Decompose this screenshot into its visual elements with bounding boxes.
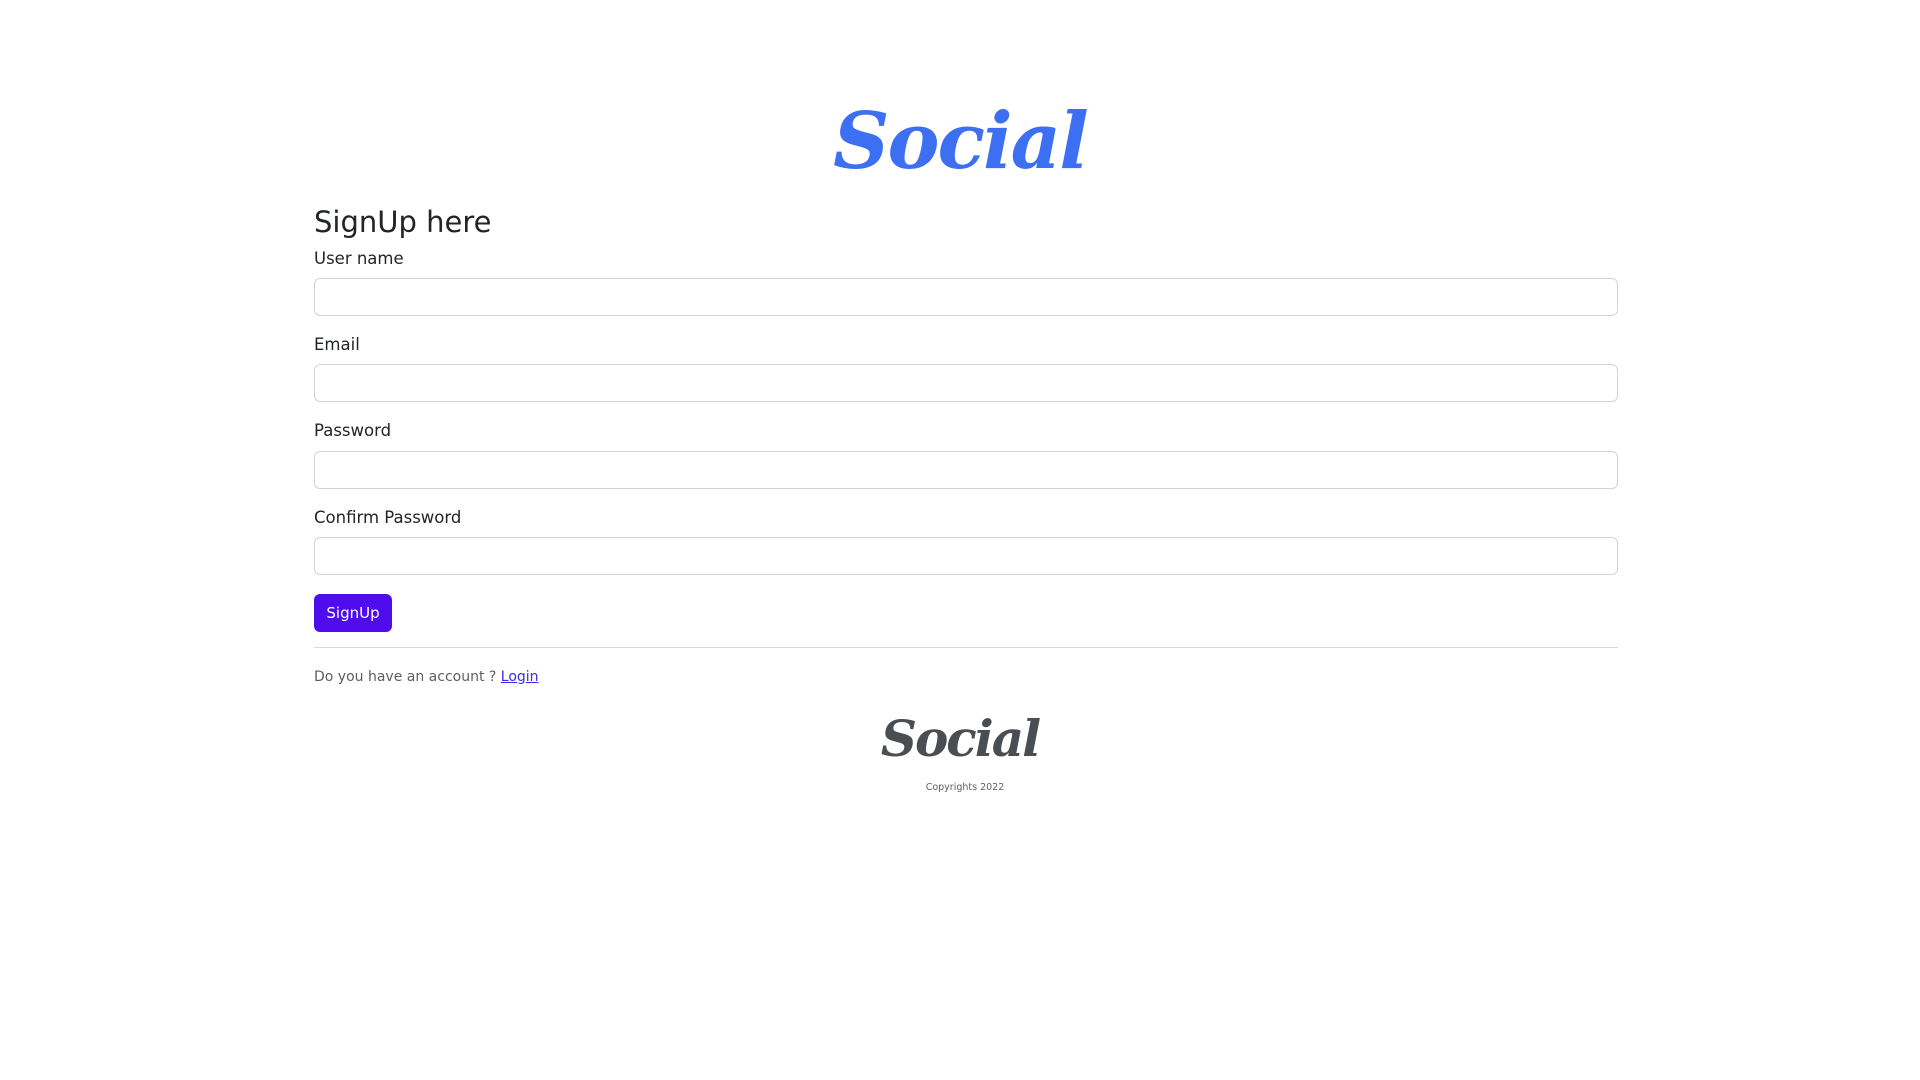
form-divider bbox=[314, 647, 1618, 648]
copyright-text: Copyrights 2022 bbox=[925, 782, 1005, 793]
signup-page: Social SignUp here User name Email Passw… bbox=[0, 0, 1920, 1080]
signup-button[interactable]: SignUp bbox=[314, 594, 392, 632]
email-input[interactable] bbox=[314, 364, 1618, 402]
account-prompt-line: Do you have an account ? Login bbox=[314, 666, 539, 688]
login-link[interactable]: Login bbox=[501, 669, 539, 685]
username-input[interactable] bbox=[314, 278, 1618, 316]
password-input[interactable] bbox=[314, 451, 1618, 489]
email-label: Email bbox=[314, 335, 360, 354]
confirm-password-label: Confirm Password bbox=[314, 508, 462, 527]
header-logo: Social bbox=[833, 96, 1089, 187]
password-label: Password bbox=[314, 421, 392, 440]
confirm-password-input[interactable] bbox=[314, 537, 1618, 575]
footer-logo: Social bbox=[880, 709, 1041, 768]
form-title: SignUp here bbox=[314, 205, 492, 239]
username-label: User name bbox=[314, 249, 404, 268]
account-prompt-text: Do you have an account ? bbox=[314, 669, 501, 685]
